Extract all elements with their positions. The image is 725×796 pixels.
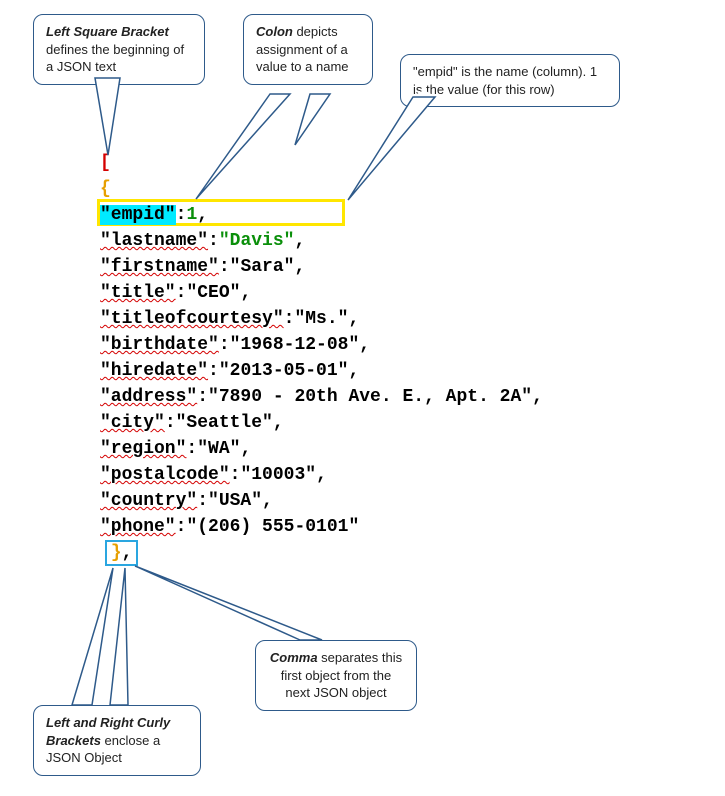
- callout-comma: Comma separates this first object from t…: [255, 640, 417, 711]
- callout-colon-bold: Colon: [256, 24, 293, 39]
- callout-empid: "empid" is the name (column). 1 is the v…: [400, 54, 620, 107]
- callout-colon: Colon depicts assignment of a value to a…: [243, 14, 373, 85]
- callout-comma-bold: Comma: [270, 650, 318, 665]
- callout-left-bracket-text: defines the beginning of a JSON text: [46, 42, 184, 75]
- callout-empid-text: "empid" is the name (column). 1 is the v…: [413, 64, 597, 97]
- callout-left-bracket-bold: Left Square Bracket: [46, 24, 169, 39]
- callout-left-bracket: Left Square Bracket defines the beginnin…: [33, 14, 205, 85]
- json-code-block: [ { "empid":1, "lastname":"Davis", "firs…: [100, 150, 543, 566]
- callout-curly: Left and Right Curly Brackets enclose a …: [33, 705, 201, 776]
